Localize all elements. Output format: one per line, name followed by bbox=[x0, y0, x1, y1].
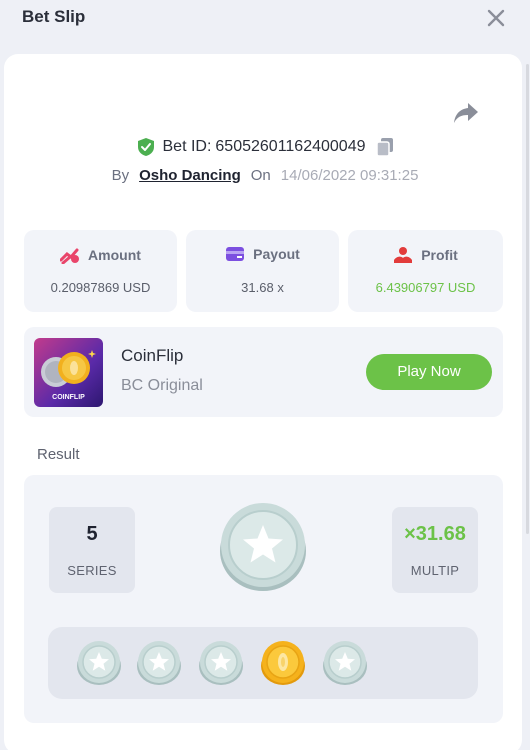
series-value: 5 bbox=[86, 523, 98, 545]
on-label: On bbox=[250, 166, 271, 184]
stat-amount-label: Amount bbox=[88, 247, 141, 263]
bet-timestamp: 14/06/2022 09:31:25 bbox=[280, 166, 419, 184]
stat-payout-value: 31.68 x bbox=[241, 280, 284, 295]
stat-profit-label: Profit bbox=[421, 247, 458, 263]
payout-icon bbox=[226, 247, 245, 261]
coinflip-logo-icon: COINFLIP bbox=[34, 338, 103, 407]
stat-amount-value: 0.20987869 USD bbox=[50, 280, 151, 295]
close-icon[interactable] bbox=[484, 6, 508, 30]
game-thumbnail[interactable]: COINFLIP bbox=[34, 338, 103, 407]
silver-coin-icon bbox=[220, 503, 306, 591]
result-heading: Result bbox=[37, 446, 80, 463]
game-title: CoinFlip bbox=[121, 346, 184, 365]
page-title: Bet Slip bbox=[22, 7, 86, 26]
silver-coin-icon bbox=[137, 641, 181, 685]
bet-slip-header: Bet Slip bbox=[0, 0, 530, 52]
stat-profit: Profit 6.43906797 USD bbox=[348, 230, 503, 312]
by-label: By bbox=[111, 166, 130, 184]
silver-coin-icon bbox=[323, 641, 367, 685]
copy-icon[interactable] bbox=[375, 137, 394, 157]
amount-icon bbox=[60, 248, 80, 264]
flip-history-tray bbox=[48, 627, 478, 699]
play-now-button[interactable]: Play Now bbox=[366, 354, 492, 390]
silver-coin-icon bbox=[77, 641, 121, 685]
stat-profit-value: 6.43906797 USD bbox=[375, 280, 476, 295]
stat-payout-label: Payout bbox=[253, 246, 300, 262]
game-provider: BC Original bbox=[121, 377, 203, 394]
bet-meta-row: By Osho Dancing On 14/06/2022 09:31:25 bbox=[0, 163, 530, 187]
share-icon[interactable] bbox=[452, 100, 480, 126]
multiplier-label: MULTIP bbox=[410, 563, 460, 578]
bet-id-label: Bet ID: bbox=[162, 138, 212, 155]
stat-amount: Amount 0.20987869 USD bbox=[24, 230, 177, 312]
stat-payout: Payout 31.68 x bbox=[186, 230, 339, 312]
thumb-caption: COINFLIP bbox=[52, 394, 85, 401]
profit-icon bbox=[394, 247, 413, 263]
result-panel: 5 SERIES ×31.68 MULTIP bbox=[24, 475, 503, 723]
author-link[interactable]: Osho Dancing bbox=[139, 167, 241, 184]
game-card: COINFLIP CoinFlip BC Original Play Now bbox=[24, 327, 503, 417]
bet-id-row: Bet ID: 65052601162400049 bbox=[0, 134, 530, 160]
gold-coin-icon bbox=[261, 641, 305, 685]
verified-shield-icon bbox=[137, 138, 154, 156]
series-box: 5 SERIES bbox=[49, 507, 135, 593]
series-label: SERIES bbox=[67, 563, 117, 578]
multiplier-value: ×31.68 bbox=[404, 523, 466, 545]
bet-id-value: 65052601162400049 bbox=[215, 138, 366, 155]
multiplier-box: ×31.68 MULTIP bbox=[392, 507, 478, 593]
silver-coin-icon bbox=[199, 641, 243, 685]
